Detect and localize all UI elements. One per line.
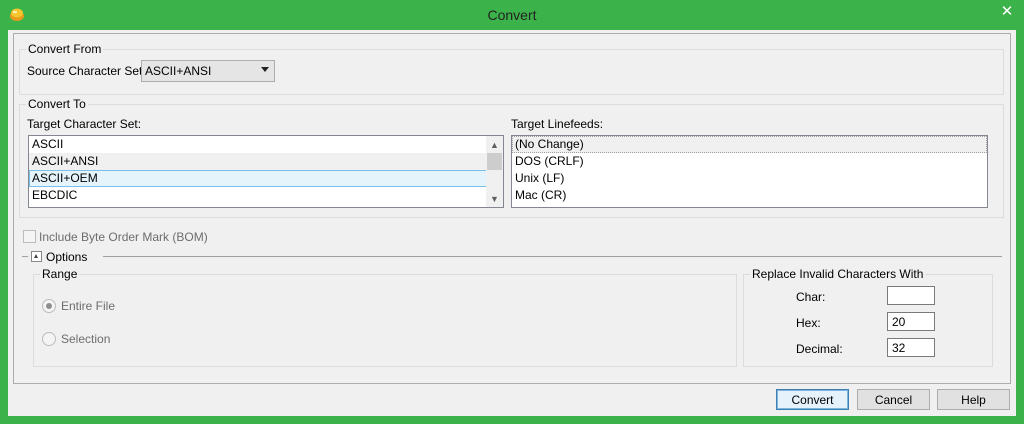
close-button[interactable]: ✕ bbox=[990, 0, 1024, 22]
window-title: Convert bbox=[487, 7, 537, 23]
list-item[interactable]: Unix (LF) bbox=[512, 170, 987, 187]
cancel-button[interactable]: Cancel bbox=[857, 389, 930, 410]
convert-to-group: Convert To Target Character Set: ASCII A… bbox=[19, 97, 1004, 218]
hex-label: Hex: bbox=[796, 316, 821, 330]
bom-label: Include Byte Order Mark (BOM) bbox=[39, 230, 208, 244]
char-label: Char: bbox=[796, 290, 826, 304]
help-button[interactable]: Help bbox=[937, 389, 1010, 410]
bom-checkbox[interactable] bbox=[23, 230, 36, 243]
options-divider-left bbox=[22, 256, 28, 257]
replace-group: Replace Invalid Characters With Char: He… bbox=[743, 267, 993, 367]
range-title: Range bbox=[40, 267, 80, 281]
decimal-field[interactable]: 32 bbox=[887, 338, 935, 357]
list-item[interactable]: DOS (CRLF) bbox=[512, 153, 987, 170]
list-item[interactable]: ASCII+ANSI bbox=[29, 153, 503, 170]
convert-from-title: Convert From bbox=[26, 42, 104, 56]
list-item[interactable]: ASCII bbox=[29, 136, 503, 153]
scroll-thumb[interactable] bbox=[487, 153, 502, 170]
dialog-client: Convert From Source Character Set: ASCII… bbox=[8, 30, 1016, 416]
convert-to-title: Convert To bbox=[26, 97, 88, 111]
main-panel: Convert From Source Character Set: ASCII… bbox=[13, 33, 1011, 384]
scroll-down-icon[interactable]: ▼ bbox=[486, 190, 503, 207]
collapse-icon[interactable] bbox=[31, 251, 42, 262]
selection-radio[interactable] bbox=[42, 332, 56, 346]
list-item[interactable]: EBCDIC bbox=[29, 187, 503, 204]
target-linefeeds-list[interactable]: (No Change) DOS (CRLF) Unix (LF) Mac (CR… bbox=[511, 135, 988, 208]
decimal-label: Decimal: bbox=[796, 342, 843, 356]
list-item[interactable]: Mac (CR) bbox=[512, 187, 987, 204]
list-item-selected[interactable]: (No Change) bbox=[512, 136, 987, 153]
list-item-selected[interactable]: ASCII+OEM bbox=[29, 170, 501, 187]
close-icon: ✕ bbox=[1000, 3, 1014, 20]
convert-button[interactable]: Convert bbox=[776, 389, 849, 410]
entire-file-radio[interactable] bbox=[42, 299, 56, 313]
options-label: Options bbox=[46, 250, 88, 264]
source-charset-value: ASCII+ANSI bbox=[145, 64, 212, 78]
hex-field[interactable]: 20 bbox=[887, 312, 935, 331]
target-charset-label: Target Character Set: bbox=[27, 117, 142, 131]
target-charset-list[interactable]: ASCII ASCII+ANSI ASCII+OEM EBCDIC ▲ ▼ bbox=[28, 135, 504, 208]
target-linefeeds-label: Target Linefeeds: bbox=[511, 117, 604, 131]
char-field[interactable] bbox=[887, 286, 935, 305]
charset-scrollbar[interactable]: ▲ ▼ bbox=[486, 136, 503, 207]
replace-title: Replace Invalid Characters With bbox=[750, 267, 926, 281]
range-group: Range Entire File Selection bbox=[33, 267, 737, 367]
source-charset-dropdown[interactable]: ASCII+ANSI bbox=[141, 60, 275, 82]
title-bar: Convert ✕ bbox=[0, 0, 1024, 30]
entire-file-label: Entire File bbox=[61, 299, 116, 313]
source-charset-label: Source Character Set: bbox=[27, 64, 146, 78]
convert-from-group: Convert From Source Character Set: ASCII… bbox=[19, 42, 1004, 95]
selection-label: Selection bbox=[61, 332, 111, 346]
options-divider bbox=[103, 256, 1002, 257]
chevron-down-icon bbox=[261, 67, 269, 72]
scroll-up-icon[interactable]: ▲ bbox=[486, 136, 503, 153]
